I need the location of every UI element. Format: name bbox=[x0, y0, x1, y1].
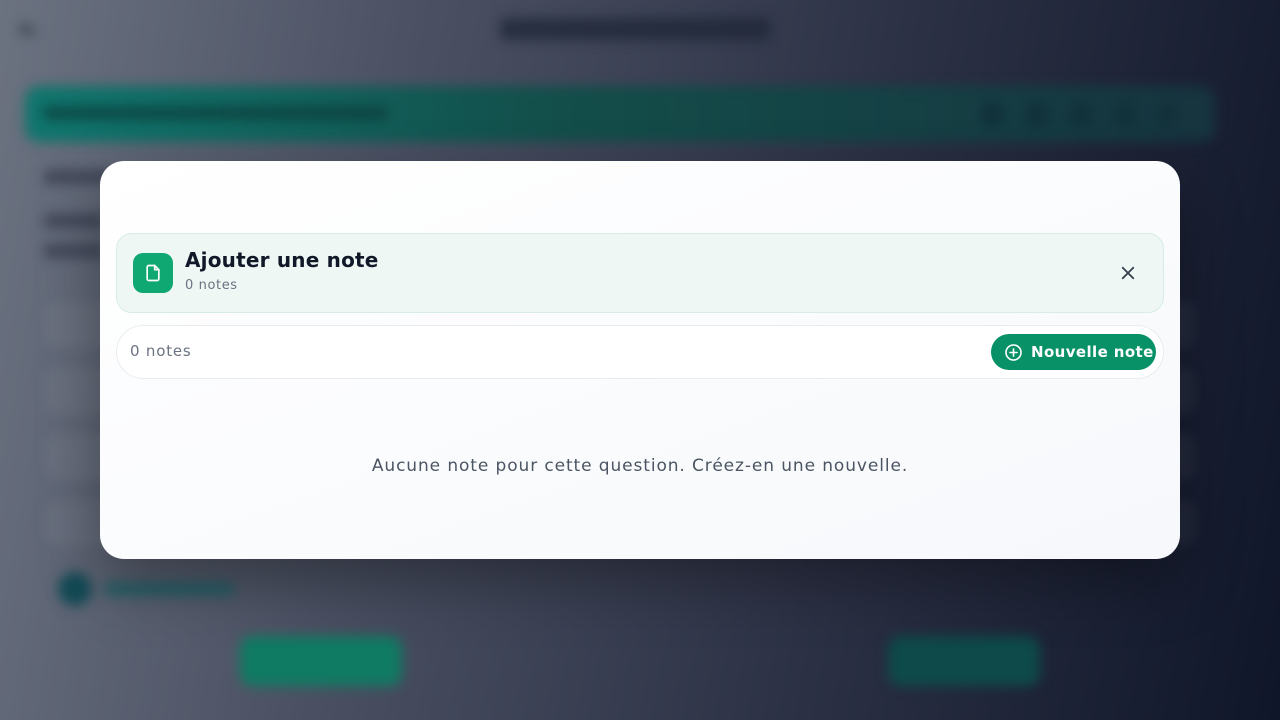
empty-state-message: Aucune note pour cette question. Créez-e… bbox=[371, 456, 909, 476]
banner-action-icon[interactable] bbox=[1113, 102, 1137, 126]
plus-circle-icon bbox=[1005, 343, 1022, 361]
avatar bbox=[58, 572, 92, 606]
new-note-label: Nouvelle note bbox=[1031, 343, 1154, 361]
banner-action-icon[interactable] bbox=[1069, 102, 1093, 126]
modal-header: Ajouter une note 0 notes bbox=[116, 233, 1164, 313]
text-placeholder bbox=[44, 244, 104, 258]
next-button[interactable] bbox=[888, 636, 1040, 686]
modal-title: Ajouter une note bbox=[185, 248, 379, 272]
notes-toolbar: 0 notes Nouvelle note bbox=[116, 325, 1164, 379]
document-icon bbox=[133, 253, 173, 293]
close-button[interactable] bbox=[1113, 258, 1143, 288]
page-title-placeholder bbox=[500, 18, 770, 40]
notes-count: 0 notes bbox=[130, 342, 192, 360]
close-icon[interactable] bbox=[1119, 264, 1137, 282]
back-arrow-icon[interactable] bbox=[18, 20, 40, 42]
banner-text-placeholder bbox=[43, 107, 388, 119]
notes-modal: Ajouter une note 0 notes 0 notes Nouvell… bbox=[100, 161, 1180, 559]
new-note-button[interactable]: Nouvelle note bbox=[991, 334, 1156, 370]
question-banner bbox=[25, 86, 1215, 142]
text-placeholder bbox=[44, 214, 104, 228]
banner-action-icon[interactable] bbox=[980, 102, 1004, 126]
banner-action-icon[interactable] bbox=[1025, 102, 1049, 126]
text-placeholder bbox=[104, 582, 234, 596]
previous-button[interactable] bbox=[240, 636, 402, 686]
notes-count-subtitle: 0 notes bbox=[185, 278, 238, 293]
banner-action-icon[interactable] bbox=[1155, 102, 1179, 126]
